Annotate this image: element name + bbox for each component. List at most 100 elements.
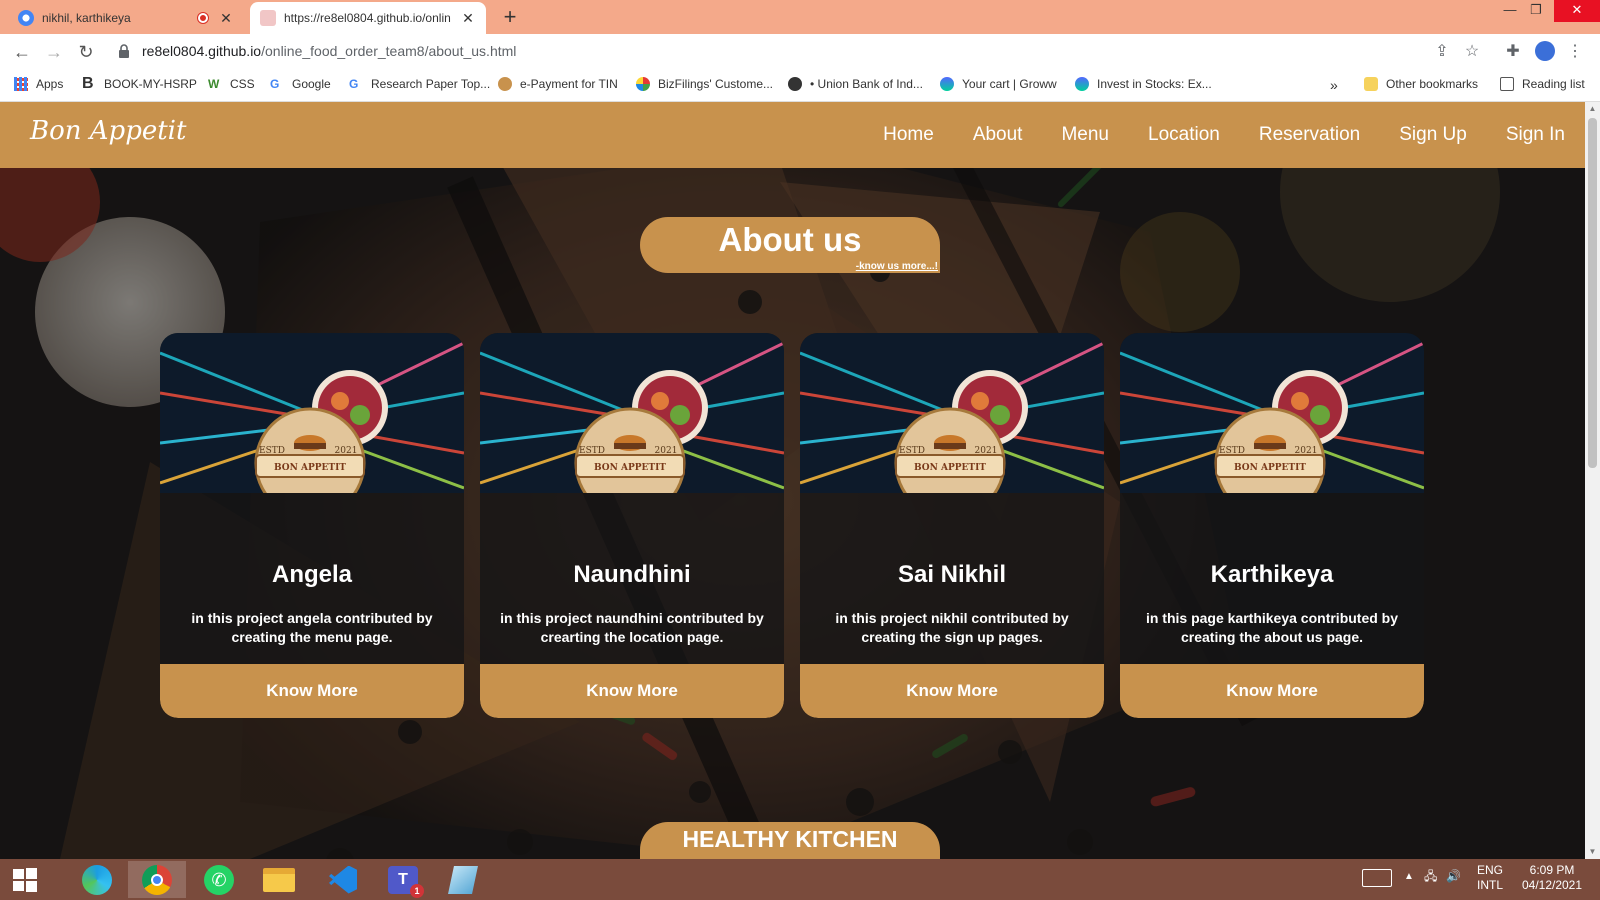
know-more-button[interactable]: Know More <box>160 664 464 718</box>
back-arrow-icon[interactable]: ← <box>11 41 33 63</box>
language-code: ENG <box>1476 863 1503 877</box>
clock[interactable]: 6:09 PM 04/12/2021 <box>1514 863 1590 893</box>
bookmark-union-bank[interactable]: • Union Bank of Ind... <box>788 77 923 91</box>
more-bookmarks-button[interactable]: » <box>1330 77 1338 93</box>
tab-favicon-icon <box>260 10 276 26</box>
new-tab-button[interactable]: + <box>498 4 522 30</box>
about-subtitle-link[interactable]: -know us more...! <box>856 261 938 272</box>
windows-taskbar: ✆ T 1 ▲ 🖧 🔊 ENG INTL 6:09 PM 04/12/2021 <box>0 859 1600 900</box>
bookmark-label: • Union Bank of Ind... <box>810 77 923 91</box>
bookmark-book-my-hsrp[interactable]: B BOOK-MY-HSRP <box>82 75 197 92</box>
bookmarks-bar: Apps B BOOK-MY-HSRP W CSS G Google G Res… <box>0 70 1600 102</box>
chrome-icon[interactable] <box>128 861 186 898</box>
share-icon[interactable]: ⇪ <box>1432 42 1452 62</box>
tab-favicon-icon <box>18 10 34 26</box>
bookmark-star-icon[interactable]: ☆ <box>1462 42 1482 62</box>
recording-icon <box>198 13 208 23</box>
nav-sign-in[interactable]: Sign In <box>1506 124 1565 146</box>
address-bar[interactable]: re8el0804.github.io/online_food_order_te… <box>142 43 516 59</box>
site-logo[interactable]: Bon Appetit <box>30 116 186 146</box>
logo-brand-text: BON APPETIT <box>274 463 346 473</box>
bold-b-icon: B <box>82 75 94 92</box>
page-scrollbar[interactable]: ▲ ▼ <box>1585 102 1600 859</box>
file-explorer-icon[interactable] <box>250 861 308 898</box>
teams-icon[interactable]: T 1 <box>374 861 432 898</box>
know-more-button[interactable]: Know More <box>800 664 1104 718</box>
extensions-puzzle-icon[interactable]: ✚ <box>1503 42 1523 62</box>
forward-arrow-icon[interactable]: → <box>43 41 65 63</box>
logo-est-text: ESTD <box>259 446 285 456</box>
logo-year-text: 2021 <box>1295 446 1318 456</box>
chrome-menu-icon[interactable]: ⋮ <box>1565 42 1585 62</box>
bookmark-groww-cart[interactable]: Your cart | Groww <box>940 77 1057 91</box>
bookmark-label: BizFilings' Custome... <box>658 77 773 91</box>
bookmark-label: CSS <box>230 77 255 91</box>
windows-start-icon[interactable] <box>0 861 50 898</box>
know-more-button[interactable]: Know More <box>480 664 784 718</box>
folder-icon <box>1364 77 1378 91</box>
teams-badge: 1 <box>410 883 424 898</box>
lock-icon[interactable] <box>118 44 130 58</box>
bookmark-css[interactable]: W CSS <box>208 77 255 91</box>
groww-icon <box>940 77 954 91</box>
keyboard-icon[interactable] <box>1362 869 1392 887</box>
vscode-icon[interactable] <box>314 861 372 898</box>
bookmark-label: Apps <box>36 77 64 91</box>
logo-est-text: ESTD <box>899 446 925 456</box>
tab-close-icon[interactable]: ✕ <box>218 10 234 27</box>
clock-time: 6:09 PM <box>1529 863 1575 877</box>
volume-icon[interactable]: 🔊 <box>1446 869 1461 884</box>
reading-list-button[interactable]: Reading list <box>1500 77 1585 91</box>
chevron-double-right-icon: » <box>1330 77 1338 93</box>
edge-icon[interactable] <box>68 861 126 898</box>
scroll-down-arrow-icon[interactable]: ▼ <box>1585 845 1600 859</box>
logo-year-text: 2021 <box>335 446 358 456</box>
url-host: re8el0804.github.io <box>142 43 262 59</box>
tab-inactive[interactable]: nikhil, karthikeya ✕ <box>8 2 244 34</box>
tab-active[interactable]: https://re8el0804.github.io/onlin ✕ <box>250 2 486 34</box>
bookmark-google[interactable]: G Google <box>270 77 331 91</box>
member-name: Angela <box>271 561 352 588</box>
nav-location[interactable]: Location <box>1148 124 1220 146</box>
bookmark-research[interactable]: G Research Paper Top... <box>349 77 490 91</box>
nav-about[interactable]: About <box>973 124 1023 146</box>
restaurant-logo-image: BON APPETIT ESTD 2021 <box>800 333 1104 493</box>
url-path: /online_food_order_team8/about_us.html <box>261 43 517 59</box>
healthy-kitchen-banner: HEALTHY KITCHEN <box>640 822 940 859</box>
other-bookmarks-folder[interactable]: Other bookmarks <box>1364 77 1478 91</box>
nav-menu[interactable]: Menu <box>1061 124 1109 146</box>
window-close-button[interactable]: ✕ <box>1554 0 1600 22</box>
scroll-up-arrow-icon[interactable]: ▲ <box>1585 102 1600 116</box>
notepad-icon[interactable] <box>434 861 492 898</box>
bookmark-epayment[interactable]: e-Payment for TIN <box>498 77 618 91</box>
language-indicator[interactable]: ENG INTL <box>1470 863 1510 893</box>
nav-sign-up[interactable]: Sign Up <box>1399 124 1467 146</box>
reload-icon[interactable]: ↻ <box>75 41 97 63</box>
bookmark-label: Other bookmarks <box>1386 77 1479 91</box>
know-more-button[interactable]: Know More <box>1120 664 1424 718</box>
team-card-naundhini: BON APPETIT ESTD 2021 Naundhini in this … <box>480 333 784 718</box>
whatsapp-icon[interactable]: ✆ <box>190 861 248 898</box>
bookmark-label: Research Paper Top... <box>371 77 491 91</box>
bookmark-label: Google <box>292 77 331 91</box>
scrollbar-thumb[interactable] <box>1588 118 1597 468</box>
page-viewport: Bon Appetit Home About Menu Location Res… <box>0 102 1585 859</box>
bookmark-groww-invest[interactable]: Invest in Stocks: Ex... <box>1075 77 1212 91</box>
network-icon[interactable]: 🖧 <box>1424 869 1437 884</box>
profile-avatar[interactable] <box>1535 41 1555 61</box>
apps-grid-icon <box>14 77 28 91</box>
member-description: in this project nikhil contributed by cr… <box>835 610 1069 645</box>
bookmark-label: Invest in Stocks: Ex... <box>1097 77 1212 91</box>
show-hidden-icons-chevron-icon[interactable]: ▲ <box>1404 869 1414 884</box>
tab-title: nikhil, karthikeya <box>42 11 131 25</box>
browser-toolbar: ← → ↻ re8el0804.github.io/online_food_or… <box>0 34 1600 70</box>
tab-close-icon[interactable]: ✕ <box>460 10 476 27</box>
bookmark-label: BOOK-MY-HSRP <box>104 77 197 91</box>
restore-button[interactable]: ❐ <box>1514 0 1558 22</box>
about-us-banner: About us -know us more...! <box>640 217 940 273</box>
nav-home[interactable]: Home <box>883 124 934 146</box>
nav-reservation[interactable]: Reservation <box>1259 124 1360 146</box>
bookmark-bizfilings[interactable]: BizFilings' Custome... <box>636 77 773 91</box>
bookmark-apps[interactable]: Apps <box>14 77 63 91</box>
globe-icon <box>636 77 650 91</box>
